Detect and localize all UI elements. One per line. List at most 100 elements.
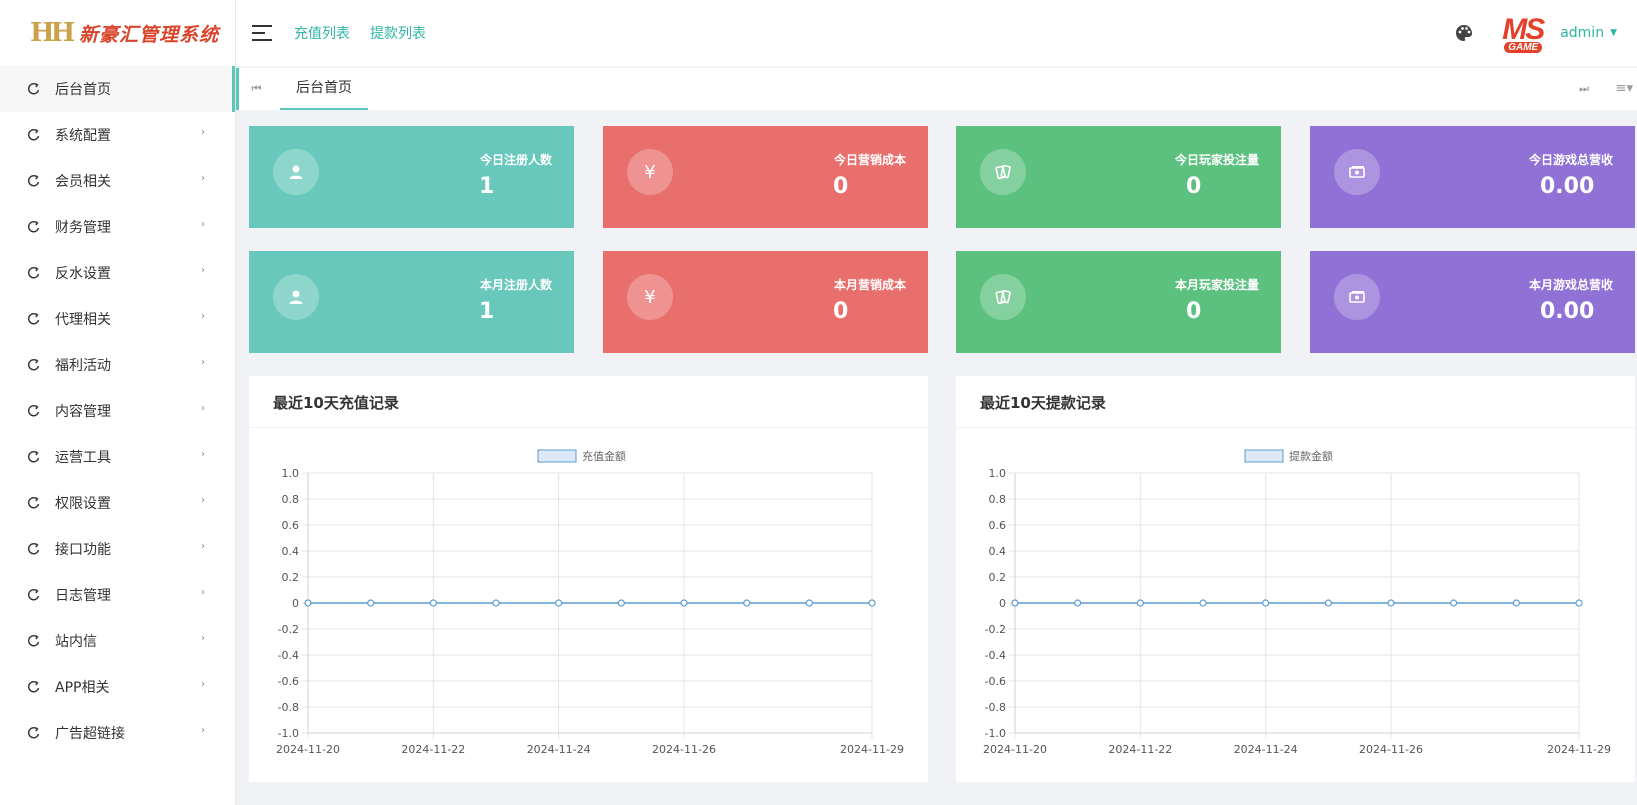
sidebar-item[interactable]: 后台首页 [0, 66, 235, 112]
tab-dashboard[interactable]: 后台首页 [280, 68, 368, 110]
y-tick-label: 0.6 [989, 519, 1007, 532]
legend-label: 充值金额 [582, 449, 626, 463]
chevron-right-icon: › [201, 311, 205, 322]
stat-label: 本月营销成本 [833, 278, 906, 292]
tab-bar: ⏮ 后台首页 ⏭ ≡▾ [236, 68, 1637, 110]
link-withdraw-list[interactable]: 提款列表 [370, 23, 426, 43]
refresh-icon [27, 588, 40, 601]
data-point[interactable] [492, 599, 500, 607]
sidebar-item-label: 福利活动 [55, 358, 111, 374]
data-point[interactable] [617, 599, 625, 607]
sidebar-item[interactable]: 财务管理 › [0, 204, 235, 250]
menu-toggle-icon[interactable] [252, 25, 272, 41]
app-logo[interactable]: HH 新豪汇管理系统 [0, 0, 235, 66]
withdraw-line-chart: 提款金额 1.0 0.8 0.6 0.4 0.2 0 -0.2 -0.4 -0.6 -0.8 -1.0… [983, 449, 1611, 756]
x-tick-label: 2024-11-24 [1234, 743, 1298, 756]
sidebar-item[interactable]: APP相关 › [0, 664, 235, 710]
stat-value: 1 [479, 174, 495, 199]
brand-game: GAME [1504, 42, 1543, 53]
data-point[interactable] [1199, 599, 1207, 607]
y-tick-label: -1.0 [985, 727, 1006, 740]
stat-label: 今日玩家投注量 [1174, 153, 1259, 167]
legend-swatch [1244, 449, 1284, 463]
y-tick-label: -0.2 [278, 623, 299, 636]
y-tick-label: -0.8 [278, 701, 299, 714]
sidebar-item[interactable]: 代理相关 › [0, 296, 235, 342]
data-point[interactable] [1074, 599, 1082, 607]
data-point[interactable] [1011, 599, 1019, 607]
header-right: MS GAME admin ▼ [1454, 0, 1637, 66]
chevron-right-icon: › [201, 357, 205, 368]
y-tick-label: 0.4 [282, 545, 300, 558]
sidebar-item[interactable]: 反水设置 › [0, 250, 235, 296]
stat-value: 0.00 [1540, 299, 1595, 324]
user-name: admin [1560, 25, 1605, 41]
data-point[interactable] [555, 599, 563, 607]
stat-card: 本月注册人数 1 [249, 251, 574, 353]
sidebar-item[interactable]: 福利活动 › [0, 342, 235, 388]
sidebar-item-label: 财务管理 [55, 220, 111, 236]
sidebar-item-label: 权限设置 [55, 496, 111, 512]
chevron-right-icon: › [201, 495, 205, 506]
tab-scroll-right-icon[interactable]: ⏭ [1579, 68, 1589, 110]
sidebar: HH 新豪汇管理系统 后台首页 系统配置 › 会员相关 › 财务管理 › 反水设置 › 代理相关 ›… [0, 0, 236, 805]
tab-scroll-left-icon[interactable]: ⏮ [236, 68, 274, 110]
cards-icon [980, 274, 1026, 320]
data-point[interactable] [868, 599, 876, 607]
sidebar-item[interactable]: 站内信 › [0, 618, 235, 664]
data-point[interactable] [367, 599, 375, 607]
sidebar-item-label: 广告超链接 [55, 726, 125, 742]
sidebar-item-label: 接口功能 [55, 542, 111, 558]
money-icon [1334, 274, 1380, 320]
sidebar-item[interactable]: 接口功能 › [0, 526, 235, 572]
data-point[interactable] [1575, 599, 1583, 607]
y-tick-label: 0.2 [282, 571, 300, 584]
top-header: 充值列表 提款列表 MS GAME admin ▼ [236, 0, 1637, 66]
panel-title: 最近10天提款记录 [956, 376, 1635, 428]
data-point[interactable] [304, 599, 312, 607]
data-point[interactable] [1387, 599, 1395, 607]
y-tick-label: 1.0 [282, 467, 300, 480]
data-point[interactable] [805, 599, 813, 607]
data-point[interactable] [429, 599, 437, 607]
palette-icon[interactable] [1454, 23, 1474, 43]
sidebar-item-label: 反水设置 [55, 266, 111, 282]
chevron-right-icon: › [201, 541, 205, 552]
refresh-icon [27, 680, 40, 693]
stat-card: 今日注册人数 1 [249, 126, 574, 228]
x-tick-label: 2024-11-20 [983, 743, 1047, 756]
sidebar-item[interactable]: 会员相关 › [0, 158, 235, 204]
stat-value: 0 [1186, 299, 1202, 324]
money-icon [1334, 149, 1380, 195]
x-tick-label: 2024-11-24 [527, 743, 591, 756]
tab-options-icon[interactable]: ≡▾ [1616, 68, 1633, 110]
y-tick-label: 1.0 [989, 467, 1007, 480]
sidebar-item[interactable]: 日志管理 › [0, 572, 235, 618]
data-point[interactable] [680, 599, 688, 607]
refresh-icon [27, 174, 40, 187]
refresh-icon [27, 404, 40, 417]
sidebar-item-label: 后台首页 [55, 82, 111, 98]
sidebar-item[interactable]: 内容管理 › [0, 388, 235, 434]
y-tick-label: 0.6 [282, 519, 300, 532]
sidebar-item-label: 系统配置 [55, 128, 111, 144]
data-point[interactable] [1136, 599, 1144, 607]
y-tick-label: -0.4 [985, 649, 1006, 662]
chevron-right-icon: › [201, 633, 205, 644]
data-point[interactable] [743, 599, 751, 607]
sidebar-item[interactable]: 广告超链接 › [0, 710, 235, 756]
link-recharge-list[interactable]: 充值列表 [294, 23, 350, 43]
sidebar-item[interactable]: 系统配置 › [0, 112, 235, 158]
chevron-right-icon: › [201, 449, 205, 460]
stat-value: 0 [1186, 174, 1202, 199]
data-point[interactable] [1450, 599, 1458, 607]
y-tick-label: -0.6 [985, 675, 1006, 688]
data-point[interactable] [1512, 599, 1520, 607]
x-tick-label: 2024-11-22 [401, 743, 465, 756]
sidebar-item[interactable]: 权限设置 › [0, 480, 235, 526]
data-point[interactable] [1324, 599, 1332, 607]
stat-label: 今日营销成本 [833, 153, 906, 167]
user-menu[interactable]: admin ▼ [1560, 25, 1617, 41]
data-point[interactable] [1262, 599, 1270, 607]
sidebar-item[interactable]: 运营工具 › [0, 434, 235, 480]
